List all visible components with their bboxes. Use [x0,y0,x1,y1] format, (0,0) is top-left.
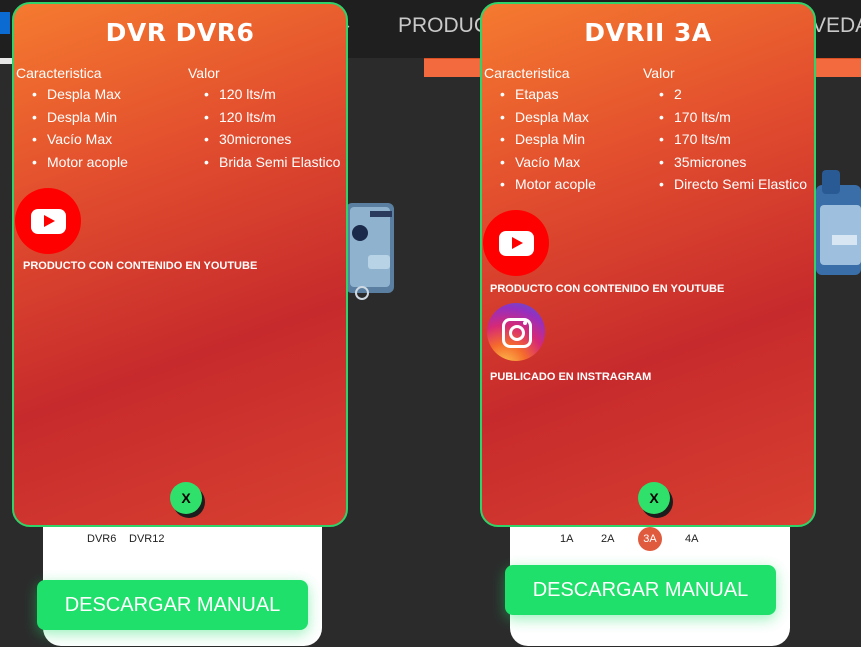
close-button[interactable]: X [638,482,670,514]
value-item: 120 lts/m [204,106,340,129]
product-image-dvr [346,203,394,300]
value-item: 170 lts/m [659,128,807,151]
feature-item: Etapas [500,83,596,106]
value-item: Directo Semi Elastico [659,173,807,196]
feature-column-header: Caracteristica [484,65,570,81]
feature-item: Despla Max [32,83,128,106]
size-option-dvr6[interactable]: DVR6 [87,533,116,545]
feature-list: Despla Max Despla Min Vacío Max Motor ac… [32,83,128,173]
size-option-1a[interactable]: 1A [560,533,573,545]
product-detail-popup-dvr6: DVR DVR6 Caracteristica Valor Despla Max… [12,2,348,527]
logo-fragment [0,12,10,34]
value-item: 170 lts/m [659,106,807,129]
feature-item: Despla Min [32,106,128,129]
product-detail-popup-dvrii-3a: DVRII 3A Caracteristica Valor Etapas Des… [480,2,816,527]
instagram-caption: PUBLICADO EN INSTRAGRAM [490,371,652,383]
feature-item: Despla Min [500,128,596,151]
size-option-2a[interactable]: 2A [601,533,614,545]
instagram-icon[interactable] [487,303,545,361]
feature-column-header: Caracteristica [16,65,102,81]
download-manual-button[interactable]: DESCARGAR MANUAL [505,565,776,615]
feature-item: Vacío Max [500,151,596,174]
value-item: Brida Semi Elastico [204,151,340,174]
popup-title: DVR DVR6 [105,18,255,47]
nav-item-novedades[interactable]: VEDA [812,14,861,38]
feature-item: Despla Max [500,106,596,129]
popup-title: DVRII 3A [584,18,712,47]
size-option-4a[interactable]: 4A [685,533,698,545]
nav-divider [0,58,12,64]
value-column-header: Valor [643,65,675,81]
value-item: 35micrones [659,151,807,174]
size-option-dvr12[interactable]: DVR12 [129,533,164,545]
value-column-header: Valor [188,65,220,81]
value-item: 30micrones [204,128,340,151]
youtube-caption: PRODUCTO CON CONTENIDO EN YOUTUBE [23,260,258,272]
value-list: 2 170 lts/m 170 lts/m 35micrones Directo… [659,83,807,196]
feature-item: Motor acople [500,173,596,196]
download-manual-button[interactable]: DESCARGAR MANUAL [37,580,308,630]
size-option-3a-selected[interactable]: 3A [638,527,662,551]
youtube-icon[interactable] [483,210,549,276]
youtube-icon[interactable] [15,188,81,254]
product-image-dvrii [816,170,861,275]
feature-item: Vacío Max [32,128,128,151]
feature-item: Motor acople [32,151,128,174]
nav-item-productos[interactable]: PRODUC [398,14,489,38]
value-list: 120 lts/m 120 lts/m 30micrones Brida Sem… [204,83,340,173]
value-item: 2 [659,83,807,106]
close-button[interactable]: X [170,482,202,514]
youtube-caption: PRODUCTO CON CONTENIDO EN YOUTUBE [490,283,725,295]
value-item: 120 lts/m [204,83,340,106]
feature-list: Etapas Despla Max Despla Min Vacío Max M… [500,83,596,196]
